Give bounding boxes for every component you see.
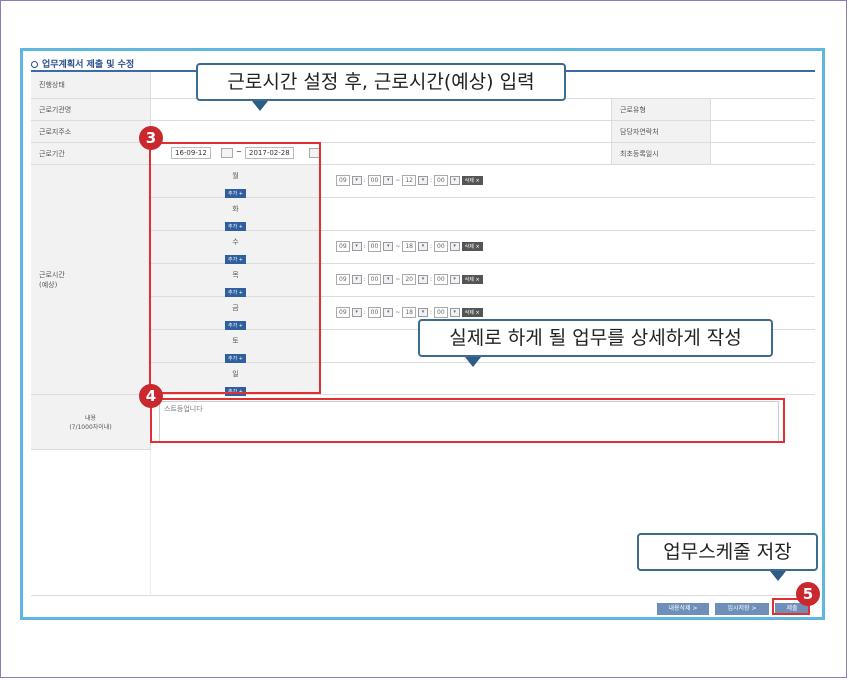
label-work-type: 근로유형: [611, 99, 711, 120]
label-content: 내용 (7/1000자이내): [31, 395, 151, 450]
time-colon: :: [363, 309, 366, 316]
time-range-sep: ~: [395, 243, 401, 250]
chevron-down-icon[interactable]: ▾: [417, 242, 428, 251]
step-badge-5: 5: [796, 582, 820, 606]
start-minute-select[interactable]: 00: [367, 175, 382, 186]
circle-bullet-icon: [31, 61, 38, 68]
chevron-down-icon[interactable]: ▾: [351, 176, 362, 185]
time-range-sep: ~: [395, 309, 401, 316]
start-minute-select[interactable]: 00: [367, 307, 382, 318]
label-manager-contact: 담당자연락처: [611, 121, 711, 142]
temp-save-button[interactable]: 임시저장 >: [715, 603, 769, 615]
chevron-down-icon[interactable]: ▾: [417, 308, 428, 317]
delete-time-button[interactable]: 삭제 ×: [461, 176, 483, 185]
start-hour-select[interactable]: 09: [336, 241, 350, 252]
time-range-fri: 09 ▾: 00 ▾ ~ 18 ▾: 00 ▾ 삭제 ×: [336, 307, 483, 318]
section-title: 업무계획서 제출 및 수정: [31, 57, 134, 70]
chevron-down-icon[interactable]: ▾: [449, 176, 460, 185]
label-workplace-address: 근로지주소: [31, 121, 151, 142]
end-minute-select[interactable]: 00: [434, 274, 448, 285]
step-badge-3: 3: [139, 126, 163, 150]
time-colon: :: [429, 177, 433, 184]
end-minute-select[interactable]: 00: [434, 241, 448, 252]
end-hour-select[interactable]: 12: [402, 175, 416, 186]
end-hour-select[interactable]: 18: [402, 241, 416, 252]
label-workplace-name: 근로기관명: [31, 99, 151, 120]
callout-pointer: [770, 571, 786, 581]
end-minute-select[interactable]: 00: [434, 175, 448, 186]
chevron-down-icon[interactable]: ▾: [351, 275, 362, 284]
delete-time-button[interactable]: 삭제 ×: [461, 308, 483, 317]
time-range-wed: 09 ▾: 00 ▾ ~ 18 ▾: 00 ▾ 삭제 ×: [336, 241, 483, 252]
chevron-down-icon[interactable]: ▾: [417, 176, 428, 185]
time-range-mon: 09 ▾: 00 ▾ ~ 12 ▾: 00 ▾ 삭제 ×: [336, 175, 483, 186]
chevron-down-icon[interactable]: ▾: [417, 275, 428, 284]
highlight-content: [150, 398, 785, 443]
chevron-down-icon[interactable]: ▾: [383, 308, 394, 317]
time-colon: :: [429, 243, 433, 250]
start-minute-select[interactable]: 00: [367, 274, 382, 285]
callout-pointer: [252, 101, 268, 111]
time-colon: :: [363, 276, 366, 283]
callout-work-hours: 근로시간 설정 후, 근로시간(예상) 입력: [196, 63, 566, 101]
callout-pointer: [465, 357, 481, 367]
delete-content-button[interactable]: 내용삭제 >: [657, 603, 709, 615]
time-range-sep: ~: [395, 177, 401, 184]
row-workplace-name: 근로기관명 근로유형: [31, 99, 815, 121]
left-column-filler: [31, 450, 151, 595]
chevron-down-icon[interactable]: ▾: [383, 176, 394, 185]
time-range-sep: ~: [395, 276, 401, 283]
label-first-registered: 최초등록일시: [611, 143, 711, 164]
chevron-down-icon[interactable]: ▾: [383, 242, 394, 251]
chevron-down-icon[interactable]: ▾: [449, 242, 460, 251]
delete-time-button[interactable]: 삭제 ×: [461, 275, 483, 284]
chevron-down-icon[interactable]: ▾: [449, 308, 460, 317]
time-range-thu: 09 ▾: 00 ▾ ~ 20 ▾: 00 ▾ 삭제 ×: [336, 274, 483, 285]
chevron-down-icon[interactable]: ▾: [383, 275, 394, 284]
chevron-down-icon[interactable]: ▾: [449, 275, 460, 284]
end-hour-select[interactable]: 20: [402, 274, 416, 285]
time-colon: :: [429, 276, 433, 283]
time-colon: :: [363, 243, 366, 250]
chevron-down-icon[interactable]: ▾: [351, 308, 362, 317]
callout-save: 업무스케줄 저장: [637, 533, 818, 571]
label-work-period: 근로기간: [31, 143, 151, 164]
time-colon: :: [429, 309, 433, 316]
footer-rule: [31, 595, 815, 596]
callout-content: 실제로 하게 될 업무를 상세하게 작성: [418, 319, 773, 357]
end-hour-select[interactable]: 18: [402, 307, 416, 318]
chevron-down-icon[interactable]: ▾: [351, 242, 362, 251]
start-hour-select[interactable]: 09: [336, 307, 350, 318]
start-minute-select[interactable]: 00: [367, 241, 382, 252]
step-badge-4: 4: [139, 384, 163, 408]
end-minute-select[interactable]: 00: [434, 307, 448, 318]
start-hour-select[interactable]: 09: [336, 175, 350, 186]
start-hour-select[interactable]: 09: [336, 274, 350, 285]
section-title-text: 업무계획서 제출 및 수정: [42, 60, 135, 70]
label-work-hours: 근로시간 (예상): [31, 165, 151, 395]
delete-time-button[interactable]: 삭제 ×: [461, 242, 483, 251]
label-progress-status: 진행상태: [31, 72, 151, 98]
highlight-work-hours: [149, 142, 321, 394]
time-colon: :: [363, 177, 366, 184]
